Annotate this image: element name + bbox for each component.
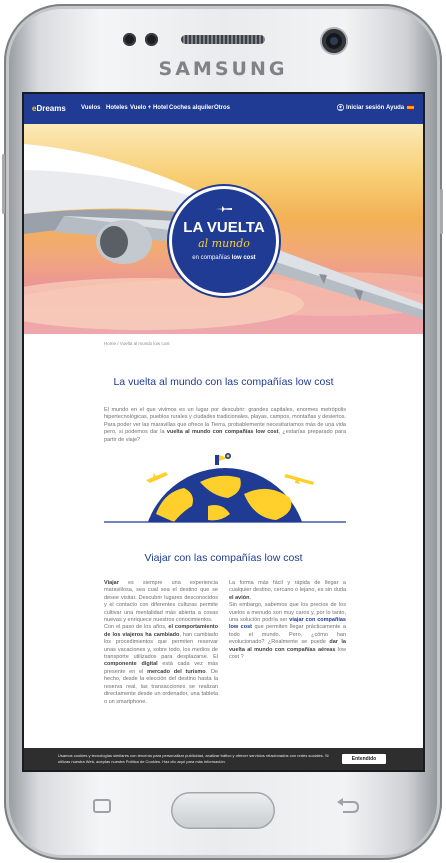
cookie-text: Usamos cookies y tecnologías similares c… [58,753,329,764]
intro-paragraph: El mundo en el que vivimos es un lugar p… [104,407,346,443]
sensor-dot [123,33,136,46]
top-navigation: eDreams Vuelos Hoteles Vuelo + Hotel Coc… [24,94,423,124]
badge-subtitle: al mundo [198,237,250,250]
front-camera [322,29,346,53]
user-icon[interactable] [337,104,344,111]
nav-item-otros[interactable]: Otros [214,105,230,111]
nav-item-vuelo-hotel[interactable]: Vuelo + Hotel [130,105,168,111]
browser-screen: eDreams Vuelos Hoteles Vuelo + Hotel Coc… [24,94,423,770]
badge-title: LA VUELTA [183,219,265,236]
device-brand: SAMSUNG [158,58,288,80]
nav-item-hoteles[interactable]: Hoteles [106,105,128,111]
edreams-logo[interactable]: eDreams [32,104,66,113]
spain-flag-icon[interactable] [407,105,414,110]
nav-item-vuelos[interactable]: Vuelos [81,105,100,111]
volume-button [2,154,5,214]
sensor-dot [145,33,158,46]
right-column-text: La forma más fácil y rápida de llegar a … [229,580,347,661]
globe-illustration [104,453,346,523]
earpiece-speaker [181,35,265,44]
recent-apps-icon[interactable] [88,797,116,815]
hero-banner: LA VUELTA al mundo en compañías low cost [24,124,423,334]
help-link[interactable]: Ayuda [386,105,404,111]
plane-icon [216,206,232,212]
cookie-banner: Usamos cookies y tecnologías similares c… [24,748,423,770]
login-link[interactable]: Iniciar sesión [346,105,384,111]
breadcrumb: Home / Vuelta al mundo low cost [104,341,170,346]
home-button[interactable] [171,792,275,829]
badge-tagline: en compañías low cost [192,255,256,261]
back-icon[interactable] [333,797,361,815]
accept-cookies-button[interactable]: Entendido [342,754,386,764]
nav-item-coches[interactable]: Coches alquiler [169,105,214,111]
left-column-text: Viajar es siempre una experiencia maravi… [104,580,218,705]
section-subtitle: Viajar con las compañías low cost [144,552,303,564]
hero-badge: LA VUELTA al mundo en compañías low cost [172,189,276,293]
power-button [440,189,443,234]
section-title: La vuelta al mundo con las compañías low… [113,376,334,388]
